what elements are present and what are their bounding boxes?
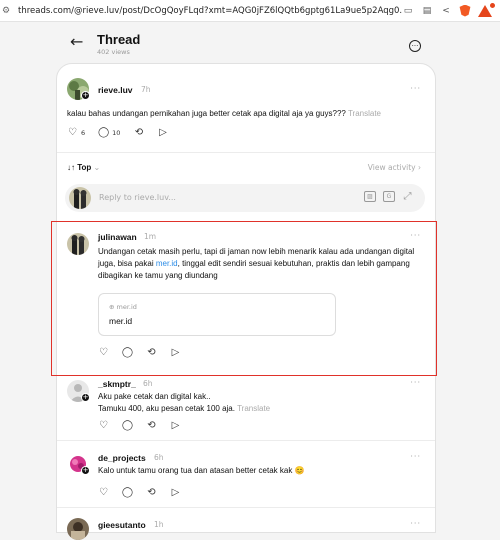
follow-plus-icon[interactable]: + [81, 91, 90, 100]
comment-text: Kalo untuk tamu orang tua dan atasan bet… [98, 466, 305, 475]
comment-actions: ♡ ◯ ⟲ ▷ [98, 347, 181, 358]
reader-icon[interactable]: ▤ [421, 5, 433, 17]
follow-plus-icon[interactable]: + [81, 466, 90, 475]
reply-button[interactable]: ◯ 10 [98, 127, 120, 138]
repost-button[interactable]: ⟲ [146, 347, 157, 358]
share-button[interactable]: ▷ [170, 347, 181, 358]
repost-button[interactable]: ⟲ [146, 487, 157, 498]
comment-icon: ◯ [121, 420, 134, 431]
send-icon: ▷ [171, 420, 180, 431]
comment-icon: ◯ [121, 347, 134, 358]
heart-icon: ♡ [99, 487, 108, 498]
comment-icon: ◯ [121, 487, 134, 498]
comment-more-icon[interactable]: ··· [410, 452, 421, 461]
url-text[interactable]: threads.com/@rieve.luv/post/DcOgQoyFLqd?… [18, 6, 402, 16]
comment-avatar[interactable] [67, 518, 89, 540]
divider [57, 152, 435, 153]
share-button[interactable]: ▷ [157, 127, 168, 138]
comment-text: Undangan cetak masih perlu, tapi di jama… [98, 247, 415, 280]
comment-username[interactable]: de_projects [98, 453, 146, 463]
reply-button[interactable]: ◯ [122, 420, 133, 431]
like-count: 6 [81, 128, 86, 137]
post-text: kalau bahas undangan pernikahan juga bet… [67, 109, 382, 118]
comment-more-icon[interactable]: ··· [410, 231, 421, 240]
send-icon: ▷ [171, 487, 180, 498]
comment-text: Aku pake cetak dan digital kak.. Tamuku … [98, 392, 271, 413]
follow-plus-icon[interactable]: + [81, 393, 90, 402]
thread-card: + rieve.luv 7h ··· kalau bahas undangan … [51, 63, 437, 540]
reply-box[interactable]: Reply to rieve.luv... ▨ G ⤢ [65, 184, 425, 212]
view-activity-link[interactable]: View activity › [368, 163, 421, 172]
reply-tools: ▨ G ⤢ [364, 191, 413, 202]
comment-time: 6h [143, 379, 153, 388]
comment-username[interactable]: julinawan [98, 232, 137, 242]
translate-link[interactable]: Translate [348, 109, 381, 118]
merid-link[interactable]: mer.id [156, 259, 178, 268]
reply-input[interactable]: Reply to rieve.luv... [99, 193, 176, 202]
divider [57, 440, 435, 441]
image-icon[interactable]: ▨ [364, 191, 376, 202]
reply-button[interactable]: ◯ [122, 487, 133, 498]
divider [57, 507, 435, 508]
browser-url-bar[interactable]: ⚙ threads.com/@rieve.luv/post/DcOgQoyFLq… [0, 0, 500, 22]
link-preview-card[interactable]: ⊕ mer.id mer.id [98, 293, 336, 336]
sort-dropdown[interactable]: ↓↑ Top ⌄ [67, 163, 100, 172]
comment-icon: ◯ [98, 127, 110, 138]
repost-button[interactable]: ⟲ [133, 127, 144, 138]
like-button[interactable]: ♡ [98, 347, 109, 358]
preview-title: mer.id [109, 316, 133, 326]
brave-rewards-icon[interactable] [478, 1, 496, 17]
send-icon: ▷ [171, 347, 180, 358]
comment-actions: ♡ ◯ ⟲ ▷ [98, 487, 181, 498]
comment-time: 1m [144, 232, 157, 241]
post-actions: ♡ 6 ◯ 10 ⟲ ▷ [67, 127, 168, 138]
translate-link[interactable]: Translate [237, 404, 270, 413]
like-button[interactable]: ♡ [98, 487, 109, 498]
more-circle-icon[interactable]: ··· [409, 40, 421, 52]
comment-avatar[interactable] [67, 233, 89, 255]
comment-actions: ♡ ◯ ⟲ ▷ [98, 420, 181, 431]
comment-time: 6h [154, 453, 164, 462]
expand-icon[interactable]: ⤢ [402, 191, 413, 202]
repost-icon: ⟲ [147, 487, 156, 498]
send-icon: ▷ [159, 127, 167, 138]
reply-count: 10 [112, 128, 121, 137]
comment-username[interactable]: _skmptr_ [98, 379, 136, 389]
my-avatar [69, 187, 91, 209]
comment-more-icon[interactable]: ··· [410, 378, 421, 387]
like-button[interactable]: ♡ [98, 420, 109, 431]
view-count: 402 views [97, 48, 130, 56]
share-button[interactable]: ▷ [170, 487, 181, 498]
post-username[interactable]: rieve.luv [98, 85, 133, 95]
heart-icon: ♡ [68, 127, 77, 138]
comment-time: 1h [154, 520, 164, 529]
heart-icon: ♡ [99, 347, 108, 358]
share-button[interactable]: ▷ [170, 420, 181, 431]
repost-icon: ⟲ [147, 347, 156, 358]
page-title: Thread [97, 32, 141, 47]
reply-button[interactable]: ◯ [122, 347, 133, 358]
like-button[interactable]: ♡ 6 [67, 127, 85, 138]
post-time: 7h [141, 85, 151, 94]
screen-icon[interactable]: ▭ [402, 5, 414, 17]
share-icon[interactable]: < [440, 5, 452, 17]
gif-icon[interactable]: G [383, 191, 395, 202]
comment-username[interactable]: gieesutanto [98, 520, 146, 530]
preview-domain: ⊕ mer.id [109, 303, 137, 311]
post-more-icon[interactable]: ··· [410, 84, 421, 93]
site-settings-icon[interactable]: ⚙ [2, 6, 14, 16]
repost-icon: ⟲ [134, 127, 144, 138]
repost-icon: ⟲ [147, 420, 156, 431]
browser-tools: ▭ ▤ < [402, 1, 500, 17]
repost-button[interactable]: ⟲ [146, 420, 157, 431]
back-arrow-icon[interactable]: ← [70, 32, 83, 51]
brave-shield-icon[interactable] [459, 4, 471, 17]
heart-icon: ♡ [99, 420, 108, 431]
